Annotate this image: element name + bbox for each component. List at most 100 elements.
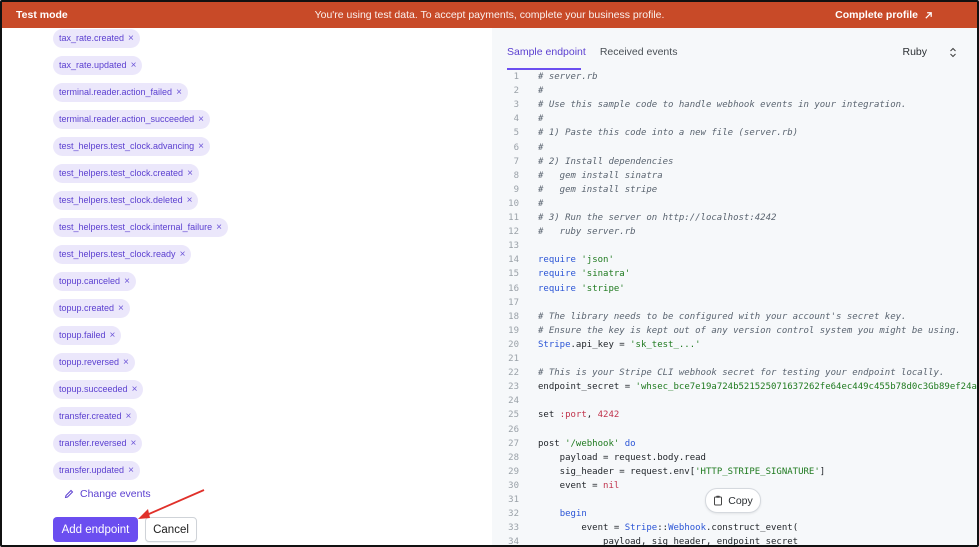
- change-events-link[interactable]: Change events: [64, 488, 151, 500]
- code-line: 28 payload = request.body.read: [492, 452, 706, 467]
- code-text: payload = request.body.read: [538, 452, 706, 463]
- code-text: post '/webhook' do: [538, 438, 636, 449]
- remove-event-icon[interactable]: ×: [118, 303, 124, 314]
- line-number: 1: [513, 72, 519, 82]
- line-number: 8: [513, 170, 519, 181]
- event-chip-label: test_helpers.test_clock.ready: [59, 249, 176, 259]
- remove-event-icon[interactable]: ×: [176, 87, 182, 98]
- remove-event-icon[interactable]: ×: [187, 168, 193, 179]
- code-text: #: [538, 86, 544, 97]
- line-number: 7: [513, 156, 519, 167]
- code-text: # ruby server.rb: [538, 227, 636, 238]
- event-chip-label: transfer.created: [59, 411, 122, 421]
- event-chip: test_helpers.test_clock.deleted ×: [53, 191, 199, 210]
- remove-event-icon[interactable]: ×: [124, 276, 130, 287]
- event-chip-label: topup.canceled: [59, 276, 121, 286]
- line-number: 11: [508, 213, 519, 223]
- code-block: 1 # server.rb 2 #3 # Use this sample code to…: [492, 72, 977, 545]
- code-text: # 1) Paste this code into a new file (se…: [538, 128, 799, 139]
- event-chip-label: terminal.reader.action_failed: [59, 87, 173, 97]
- remove-event-icon[interactable]: ×: [126, 411, 132, 422]
- code-text: # gem install sinatra: [538, 170, 663, 181]
- code-line: 18 # The library needs to be configured w…: [492, 311, 906, 326]
- event-chip: tax_rate.updated ×: [53, 56, 143, 75]
- test-mode-message: You're using test data. To accept paymen…: [314, 9, 665, 21]
- remove-event-icon[interactable]: ×: [180, 249, 186, 260]
- line-number: 2: [513, 86, 519, 97]
- remove-event-icon[interactable]: ×: [128, 33, 134, 44]
- remove-event-icon[interactable]: ×: [198, 141, 204, 152]
- cancel-button[interactable]: Cancel: [145, 517, 197, 542]
- copy-button[interactable]: Copy: [705, 488, 761, 513]
- code-text: #: [538, 142, 544, 153]
- event-chip: transfer.reversed ×: [53, 434, 143, 453]
- line-number: 9: [513, 184, 519, 195]
- line-number: 18: [508, 311, 519, 322]
- code-text: sig_header = request.env['HTTP_STRIPE_SI…: [538, 466, 826, 477]
- remove-event-icon[interactable]: ×: [131, 438, 137, 449]
- line-number: 10: [508, 198, 519, 209]
- line-number: 27: [508, 438, 519, 449]
- code-line: 33 event = Stripe::Webhook.construct_eve…: [492, 523, 798, 537]
- event-chip-label: tax_rate.created: [59, 33, 125, 43]
- code-tabs: Sample endpoint Received events: [507, 46, 677, 66]
- remove-event-icon[interactable]: ×: [198, 114, 204, 125]
- event-chip-label: test_helpers.test_clock.deleted: [59, 195, 183, 205]
- line-number: 17: [508, 297, 519, 308]
- code-text: require 'stripe': [538, 283, 625, 294]
- code-text: # The library needs to be configured wit…: [538, 311, 907, 322]
- code-text: event = nil: [538, 480, 620, 491]
- code-line: 6 #: [492, 143, 544, 157]
- event-chip: topup.canceled ×: [53, 272, 136, 291]
- remove-event-icon[interactable]: ×: [132, 384, 138, 395]
- event-chip-label: topup.reversed: [59, 357, 120, 367]
- code-line: 16 require 'stripe': [492, 283, 625, 298]
- change-events-label: Change events: [80, 488, 151, 500]
- event-chip-label: test_helpers.test_clock.advancing: [59, 141, 195, 151]
- line-number: 21: [508, 354, 519, 364]
- code-text: # This is your Stripe CLI webhook secret…: [538, 368, 945, 379]
- remove-event-icon[interactable]: ×: [131, 60, 137, 71]
- line-number: 12: [508, 227, 519, 238]
- tab-sample-endpoint[interactable]: Sample endpoint: [507, 46, 586, 66]
- app-frame: Test mode You're using test data. To acc…: [0, 0, 979, 547]
- sample-code-panel: Sample endpoint Received events Ruby 1 # …: [492, 28, 977, 545]
- complete-profile-link[interactable]: Complete profile: [835, 9, 933, 21]
- line-number: 3: [513, 100, 519, 111]
- active-tab-indicator: [507, 68, 581, 70]
- line-number: 30: [508, 480, 519, 491]
- code-text: endpoint_secret = 'whsec_bce7e19a724b521…: [538, 382, 979, 393]
- code-line: 1 # server.rb: [492, 72, 598, 86]
- event-chip: topup.reversed ×: [53, 353, 135, 372]
- code-line: 32 begin: [492, 509, 587, 523]
- remove-event-icon[interactable]: ×: [187, 195, 193, 206]
- remove-event-icon[interactable]: ×: [123, 357, 129, 368]
- edit-icon: [64, 489, 74, 499]
- copy-label: Copy: [728, 494, 753, 507]
- line-number: 28: [508, 452, 519, 463]
- add-endpoint-button[interactable]: Add endpoint: [53, 517, 138, 542]
- remove-event-icon[interactable]: ×: [110, 330, 116, 341]
- code-line: 9 # gem install stripe: [492, 184, 658, 199]
- code-text: # Use this sample code to handle webhook…: [538, 100, 907, 111]
- event-chip: terminal.reader.action_failed ×: [53, 83, 188, 102]
- line-number: 25: [508, 410, 519, 421]
- code-text: #: [538, 198, 544, 209]
- remove-event-icon[interactable]: ×: [128, 465, 134, 476]
- line-number: 33: [508, 523, 519, 534]
- event-chip-label: test_helpers.test_clock.internal_failure: [59, 222, 213, 232]
- line-number: 16: [508, 283, 519, 294]
- clipboard-icon: [714, 495, 723, 506]
- event-chip-label: terminal.reader.action_succeeded: [59, 114, 195, 124]
- line-number: 20: [508, 339, 519, 350]
- code-line: 8 # gem install sinatra: [492, 170, 663, 185]
- event-chip-label: topup.failed: [59, 330, 106, 340]
- code-line: 3 # Use this sample code to handle webhoo…: [492, 100, 907, 114]
- code-line: 29 sig_header = request.env['HTTP_STRIPE…: [492, 467, 825, 481]
- line-number: 5: [513, 128, 519, 139]
- tab-received-events[interactable]: Received events: [600, 46, 678, 66]
- remove-event-icon[interactable]: ×: [216, 222, 222, 233]
- language-select[interactable]: Ruby: [902, 46, 957, 58]
- event-chip: tax_rate.created ×: [53, 29, 140, 48]
- code-line: 13: [492, 241, 519, 255]
